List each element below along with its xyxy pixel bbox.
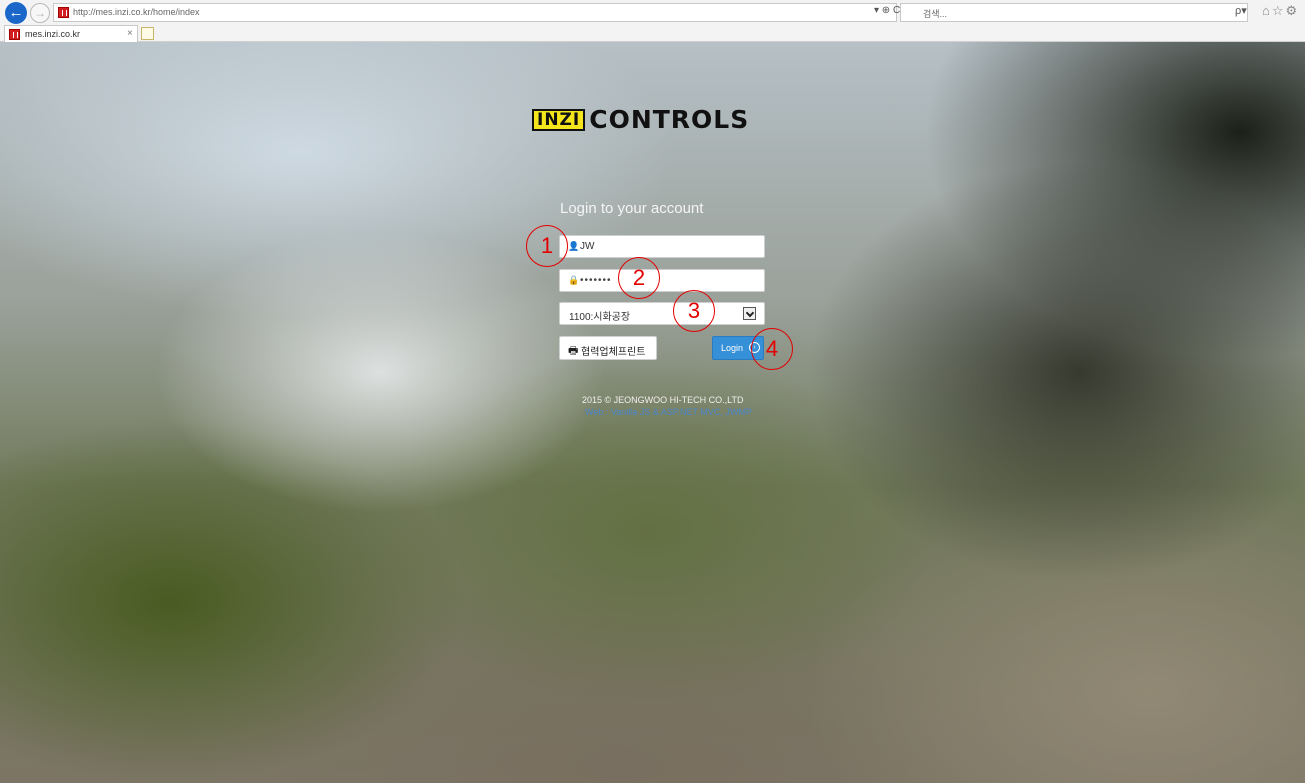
browser-search-input[interactable]: 검색... [900,3,1248,22]
annotation-marker-2: 2 [618,257,660,299]
back-arrow-icon: ← [8,4,24,21]
copyright-text: 2015 © JEONGWOO HI-TECH CO.,LTD [582,395,744,405]
browser-tab[interactable]: mes.inzi.co.kr × [4,25,138,42]
annotation-marker-4: 4 [751,328,793,370]
annotation-number: 3 [687,298,701,323]
search-placeholder: 검색... [923,9,948,19]
username-input[interactable]: 👤 JW [559,235,765,258]
plant-select[interactable]: 1100:시화공장 [559,302,765,325]
browser-chrome: ← → http://mes.inzi.co.kr/home/index ▾ ⊕… [0,0,1305,42]
site-favicon-icon [58,7,69,18]
tab-favicon-icon [9,29,20,40]
home-favorites-settings-icon[interactable]: ⌂☆⚙ [1262,3,1299,19]
annotation-marker-3: 3 [673,290,715,332]
annotation-marker-1: 1 [526,225,568,267]
footer-subtitle: Web : Vanilla JS & ASP.NET MVC, JWMP [585,407,752,417]
url-text: http://mes.inzi.co.kr/home/index [73,7,200,17]
logo-name: CONTROLS [589,105,750,134]
forward-arrow-icon: → [34,6,46,20]
plant-value: 1100:시화공장 [569,312,631,323]
annotation-number: 4 [765,336,779,361]
password-input[interactable]: 🔒 ••••••• [559,269,765,292]
back-button[interactable]: ← [5,2,27,24]
chevron-down-icon[interactable] [743,307,756,320]
address-row: ← → http://mes.inzi.co.kr/home/index ▾ ⊕… [0,0,1305,24]
new-tab-icon[interactable] [141,27,154,40]
forward-button[interactable]: → [30,3,50,23]
annotation-number: 1 [540,233,554,258]
tab-close-icon[interactable]: × [127,28,133,39]
partner-print-label: 협력업체프린트 [581,347,646,358]
logo-mark: INZI [532,109,586,131]
login-button-label: Login [721,343,744,353]
brand-logo: INZI CONTROLS [532,106,749,134]
annotation-number: 2 [632,265,646,290]
tab-row: mes.inzi.co.kr × [0,24,1305,42]
partner-print-button[interactable]: 🖶 협력업체프린트 [559,336,657,360]
user-icon: 👤 [568,241,580,251]
tab-title: mes.inzi.co.kr [25,29,81,39]
login-page: INZI CONTROLS Login to your account 👤 JW … [0,42,1305,783]
lock-icon: 🔒 [568,275,580,285]
username-value: JW [580,241,595,252]
address-bar-actions[interactable]: ▾ ⊕ C [874,5,900,16]
password-value: ••••••• [580,275,612,286]
search-icon[interactable]: ρ▾ [1235,4,1247,17]
address-bar[interactable]: http://mes.inzi.co.kr/home/index [53,3,897,22]
login-title: Login to your account [560,200,704,217]
printer-icon: 🖶 [568,345,579,357]
